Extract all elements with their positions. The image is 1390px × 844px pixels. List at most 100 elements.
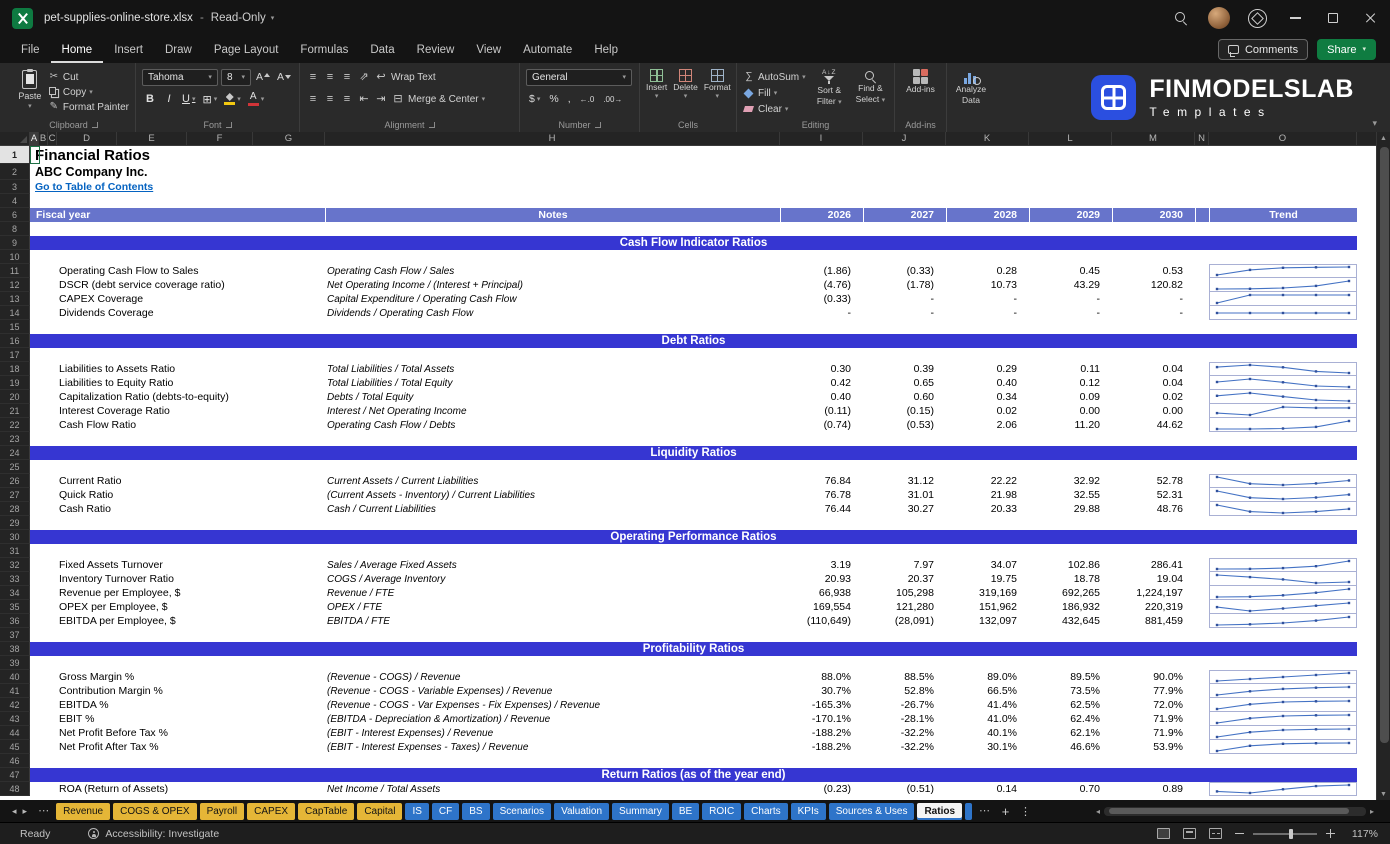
autosum-button[interactable]: ∑AutoSum▾ — [743, 70, 806, 84]
decrease-font-button[interactable]: A — [275, 69, 293, 86]
value-cell-2026[interactable]: (1.86) — [780, 264, 863, 278]
value-cell-2030[interactable]: 286.41 — [1112, 558, 1195, 572]
menu-tab-data[interactable]: Data — [359, 36, 405, 63]
value-cell-2029[interactable]: 102.86 — [1029, 558, 1112, 572]
row-header-13[interactable]: 13 — [0, 292, 30, 306]
row-header-30[interactable]: 30 — [0, 530, 30, 544]
row-header-2[interactable]: 2 — [0, 164, 30, 180]
value-cell-2029[interactable]: 62.1% — [1029, 726, 1112, 740]
year-header-2027[interactable]: 2027 — [863, 208, 946, 222]
row-header-29[interactable]: 29 — [0, 516, 30, 530]
ratio-formula-cell[interactable]: Net Income / Total Assets — [325, 782, 780, 796]
section-header-return-ratios-as-of-the-year-end[interactable]: Return Ratios (as of the year end) — [30, 768, 1357, 782]
sheet-tab-roic[interactable]: ROIC — [702, 803, 741, 820]
value-cell-2029[interactable]: 29.88 — [1029, 502, 1112, 516]
value-cell-2029[interactable]: 0.45 — [1029, 264, 1112, 278]
value-cell-2026[interactable]: 76.44 — [780, 502, 863, 516]
section-header-liquidity-ratios[interactable]: Liquidity Ratios — [30, 446, 1357, 460]
trend-sparkline-cell[interactable] — [1209, 376, 1357, 390]
sheet-options-button[interactable]: ⋮ — [1017, 805, 1034, 818]
value-cell-2029[interactable]: 73.5% — [1029, 684, 1112, 698]
wrap-text-button[interactable]: Wrap Text — [391, 72, 436, 83]
sheet-tab-cogs-opex[interactable]: COGS & OPEX — [113, 803, 196, 820]
value-cell-2028[interactable]: - — [946, 306, 1029, 320]
vertical-scrollbar-thumb[interactable] — [1380, 147, 1389, 743]
row-header-10[interactable]: 10 — [0, 250, 30, 264]
menu-tab-review[interactable]: Review — [406, 36, 466, 63]
decrease-indent-icon[interactable]: ⇤ — [357, 94, 371, 105]
value-cell-2027[interactable]: 7.97 — [863, 558, 946, 572]
value-cell-2028[interactable]: 89.0% — [946, 670, 1029, 684]
sheet-tab-payroll[interactable]: Payroll — [200, 803, 245, 820]
value-cell-2028[interactable]: 21.98 — [946, 488, 1029, 502]
value-cell-2029[interactable]: 0.00 — [1029, 404, 1112, 418]
value-cell-2030[interactable]: 120.82 — [1112, 278, 1195, 292]
paste-button[interactable]: Paste ▾ — [18, 68, 42, 118]
font-color-button[interactable]: A▾ — [246, 91, 267, 107]
sheet-tab-captable[interactable]: CapTable — [298, 803, 354, 820]
year-header-2030[interactable]: 2030 — [1112, 208, 1195, 222]
borders-button[interactable]: ⊞▾ — [200, 91, 219, 107]
menu-tab-draw[interactable]: Draw — [154, 36, 203, 63]
ratio-formula-cell[interactable]: Revenue / FTE — [325, 586, 780, 600]
row-header-44[interactable]: 44 — [0, 726, 30, 740]
value-cell-2030[interactable]: 1,224,197 — [1112, 586, 1195, 600]
value-cell-2026[interactable]: 0.30 — [780, 362, 863, 376]
trend-sparkline-cell[interactable] — [1209, 558, 1357, 572]
value-cell-2029[interactable]: 46.6% — [1029, 740, 1112, 754]
row-header-6[interactable]: 6 — [0, 208, 30, 222]
menu-tab-help[interactable]: Help — [583, 36, 629, 63]
ratio-label-cell[interactable]: ROA (Return of Assets) — [30, 782, 325, 796]
row-header-17[interactable]: 17 — [0, 348, 30, 362]
trend-sparkline-cell[interactable] — [1209, 278, 1357, 292]
ratio-label-cell[interactable]: Revenue per Employee, $ — [30, 586, 325, 600]
font-size-select[interactable]: 8▾ — [221, 69, 251, 86]
menu-tab-view[interactable]: View — [465, 36, 512, 63]
sheet-tab-capex[interactable]: CAPEX — [247, 803, 295, 820]
trend-sparkline-cell[interactable] — [1209, 362, 1357, 376]
sheet-tab-is[interactable]: IS — [405, 803, 428, 820]
value-cell-2028[interactable]: 0.29 — [946, 362, 1029, 376]
bold-button[interactable]: B — [142, 91, 158, 107]
value-cell-2026[interactable]: 20.93 — [780, 572, 863, 586]
value-cell-2027[interactable]: (0.51) — [863, 782, 946, 796]
year-header-2026[interactable]: 2026 — [780, 208, 863, 222]
value-cell-2029[interactable]: 18.78 — [1029, 572, 1112, 586]
value-cell-2028[interactable]: 0.40 — [946, 376, 1029, 390]
horizontal-scrollbar[interactable]: ◂ ▸ — [1096, 807, 1390, 816]
value-cell-2029[interactable]: 43.29 — [1029, 278, 1112, 292]
value-cell-2030[interactable]: 220,319 — [1112, 600, 1195, 614]
value-cell-2028[interactable]: 41.0% — [946, 712, 1029, 726]
value-cell-2027[interactable]: 52.8% — [863, 684, 946, 698]
analyze-data-button[interactable]: Analyze Data — [953, 68, 989, 132]
value-cell-2026[interactable]: (0.11) — [780, 404, 863, 418]
ratio-formula-cell[interactable]: Net Operating Income / (Interest + Princ… — [325, 278, 780, 292]
trend-sparkline-cell[interactable] — [1209, 292, 1357, 306]
column-header-B[interactable]: B — [39, 132, 48, 145]
value-cell-2026[interactable]: - — [780, 306, 863, 320]
ratio-formula-cell[interactable]: (EBIT - Interest Expenses) / Revenue — [325, 726, 780, 740]
value-cell-2027[interactable]: (1.78) — [863, 278, 946, 292]
row-header-25[interactable]: 25 — [0, 460, 30, 474]
ratio-formula-cell[interactable]: (EBIT - Interest Expenses - Taxes) / Rev… — [325, 740, 780, 754]
search-button[interactable] — [1162, 0, 1200, 36]
trend-sparkline-cell[interactable] — [1209, 502, 1357, 516]
value-cell-2027[interactable]: -32.2% — [863, 726, 946, 740]
sheet-nav-buttons[interactable]: ◂▸ — [8, 806, 31, 817]
row-header-43[interactable]: 43 — [0, 712, 30, 726]
ratio-label-cell[interactable]: Capitalization Ratio (debts-to-equity) — [30, 390, 325, 404]
trend-sparkline-cell[interactable] — [1209, 572, 1357, 586]
row-header-33[interactable]: 33 — [0, 572, 30, 586]
row-header-9[interactable]: 9 — [0, 236, 30, 250]
trend-sparkline-cell[interactable] — [1209, 740, 1357, 754]
ratio-label-cell[interactable]: EBITDA per Employee, $ — [30, 614, 325, 628]
value-cell-2030[interactable]: 52.78 — [1112, 474, 1195, 488]
trend-sparkline-cell[interactable] — [1209, 782, 1357, 796]
ratio-label-cell[interactable]: Liabilities to Equity Ratio — [30, 376, 325, 390]
value-cell-2027[interactable]: 31.12 — [863, 474, 946, 488]
value-cell-2030[interactable]: 0.00 — [1112, 404, 1195, 418]
section-header-operating-performance-ratios[interactable]: Operating Performance Ratios — [30, 530, 1357, 544]
clear-button[interactable]: Clear▾ — [743, 102, 806, 116]
ratio-label-cell[interactable]: Cash Flow Ratio — [30, 418, 325, 432]
value-cell-2026[interactable]: (0.33) — [780, 292, 863, 306]
